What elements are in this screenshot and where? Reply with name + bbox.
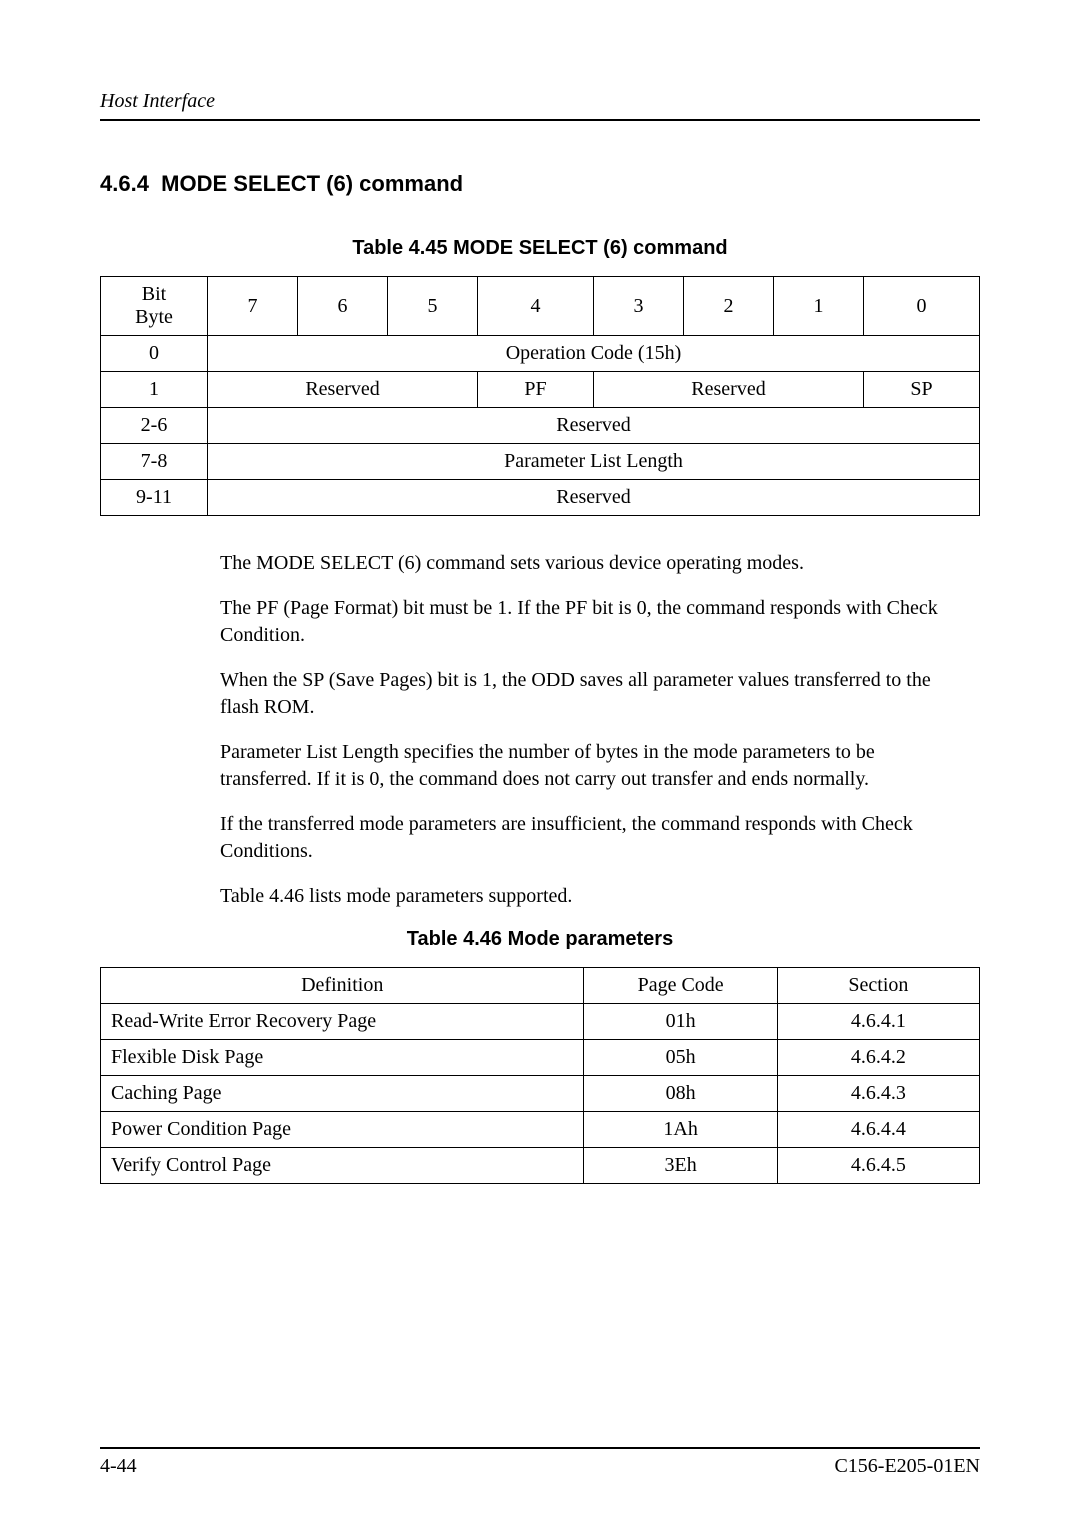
- reserved-cell: Reserved: [208, 408, 980, 444]
- bit-col-2: 2: [683, 277, 773, 336]
- table-45: Bit Byte 7 6 5 4 3 2 1 0 0 Operation Cod…: [100, 276, 980, 516]
- reserved-cell: Reserved: [208, 480, 980, 516]
- table-46-caption: Table 4.46 Mode parameters: [100, 928, 980, 951]
- sp-cell: SP: [864, 372, 980, 408]
- table-row: 1 Reserved PF Reserved SP: [101, 372, 980, 408]
- section-cell: 4.6.4.3: [777, 1076, 979, 1112]
- paragraph: If the transferred mode parameters are i…: [220, 811, 970, 865]
- col-page-code: Page Code: [584, 968, 777, 1004]
- definition-cell: Caching Page: [101, 1076, 584, 1112]
- reserved-cell: Reserved: [208, 372, 478, 408]
- col-section: Section: [777, 968, 979, 1004]
- section-cell: 4.6.4.4: [777, 1112, 979, 1148]
- corner-bottom: Byte: [135, 306, 173, 328]
- bit-col-7: 7: [208, 277, 298, 336]
- section-heading: 4.6.4 MODE SELECT (6) command: [100, 171, 980, 197]
- paragraph: The MODE SELECT (6) command sets various…: [220, 550, 970, 577]
- table-45-caption: Table 4.45 MODE SELECT (6) command: [100, 237, 980, 260]
- table-row: 9-11 Reserved: [101, 480, 980, 516]
- bit-col-3: 3: [593, 277, 683, 336]
- section-cell: 4.6.4.5: [777, 1148, 979, 1184]
- byte-0: 0: [101, 336, 208, 372]
- doc-id: C156-E205-01EN: [834, 1455, 980, 1478]
- byte-2-6: 2-6: [101, 408, 208, 444]
- body-text: The MODE SELECT (6) command sets various…: [220, 550, 970, 910]
- byte-1: 1: [101, 372, 208, 408]
- section-cell: 4.6.4.2: [777, 1040, 979, 1076]
- corner-top: Bit: [142, 283, 166, 305]
- section-number: 4.6.4: [100, 171, 149, 196]
- bit-byte-corner: Bit Byte: [101, 277, 208, 336]
- page-code-cell: 08h: [584, 1076, 777, 1112]
- paragraph: The PF (Page Format) bit must be 1. If t…: [220, 595, 970, 649]
- table-row: 7-8 Parameter List Length: [101, 444, 980, 480]
- page-number: 4-44: [100, 1455, 137, 1478]
- table-row: Definition Page Code Section: [101, 968, 980, 1004]
- definition-cell: Flexible Disk Page: [101, 1040, 584, 1076]
- byte-7-8: 7-8: [101, 444, 208, 480]
- definition-cell: Read-Write Error Recovery Page: [101, 1004, 584, 1040]
- table-row: Caching Page 08h 4.6.4.3: [101, 1076, 980, 1112]
- reserved-cell: Reserved: [593, 372, 863, 408]
- page-code-cell: 3Eh: [584, 1148, 777, 1184]
- paragraph: When the SP (Save Pages) bit is 1, the O…: [220, 667, 970, 721]
- page-code-cell: 01h: [584, 1004, 777, 1040]
- table-row: 0 Operation Code (15h): [101, 336, 980, 372]
- bit-col-1: 1: [773, 277, 863, 336]
- bit-col-4: 4: [478, 277, 594, 336]
- col-definition: Definition: [101, 968, 584, 1004]
- bit-col-6: 6: [298, 277, 388, 336]
- page-code-cell: 1Ah: [584, 1112, 777, 1148]
- paragraph: Parameter List Length specifies the numb…: [220, 739, 970, 793]
- running-head: Host Interface: [100, 90, 980, 113]
- param-list-length-cell: Parameter List Length: [208, 444, 980, 480]
- bit-col-5: 5: [388, 277, 478, 336]
- definition-cell: Verify Control Page: [101, 1148, 584, 1184]
- page-footer: 4-44 C156-E205-01EN: [100, 1447, 980, 1478]
- section-title: MODE SELECT (6) command: [161, 171, 463, 196]
- table-row: Power Condition Page 1Ah 4.6.4.4: [101, 1112, 980, 1148]
- table-row: Flexible Disk Page 05h 4.6.4.2: [101, 1040, 980, 1076]
- table-row: Bit Byte 7 6 5 4 3 2 1 0: [101, 277, 980, 336]
- definition-cell: Power Condition Page: [101, 1112, 584, 1148]
- op-code-cell: Operation Code (15h): [208, 336, 980, 372]
- header-rule: [100, 119, 980, 121]
- page-code-cell: 05h: [584, 1040, 777, 1076]
- bit-col-0: 0: [864, 277, 980, 336]
- section-cell: 4.6.4.1: [777, 1004, 979, 1040]
- table-row: 2-6 Reserved: [101, 408, 980, 444]
- footer-rule: [100, 1447, 980, 1449]
- paragraph: Table 4.46 lists mode parameters support…: [220, 883, 970, 910]
- table-row: Verify Control Page 3Eh 4.6.4.5: [101, 1148, 980, 1184]
- table-46: Definition Page Code Section Read-Write …: [100, 967, 980, 1184]
- pf-cell: PF: [478, 372, 594, 408]
- byte-9-11: 9-11: [101, 480, 208, 516]
- table-row: Read-Write Error Recovery Page 01h 4.6.4…: [101, 1004, 980, 1040]
